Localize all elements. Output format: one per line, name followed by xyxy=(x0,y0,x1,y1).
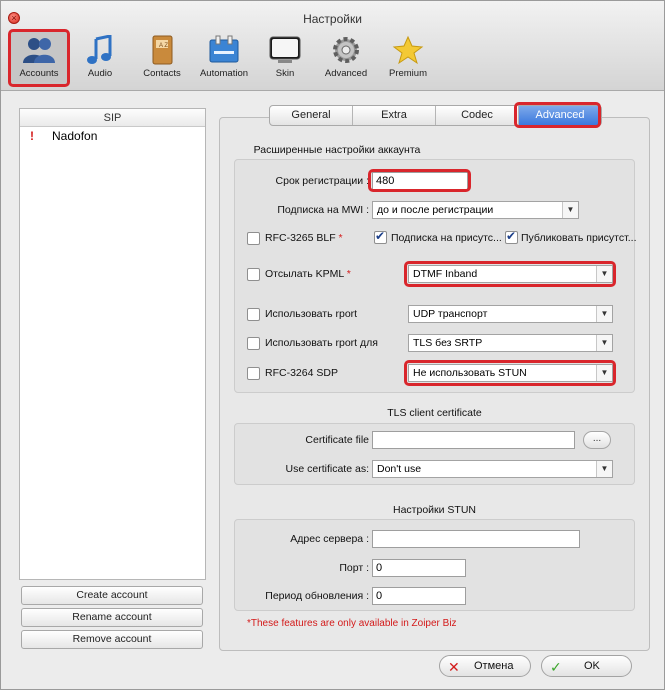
toolbar-automation-label: Automation xyxy=(199,68,249,79)
skin-icon xyxy=(269,36,301,63)
toolbar-contacts-label: Contacts xyxy=(143,68,181,79)
contacts-icon: A Z xyxy=(152,35,173,65)
kpml-checkbox[interactable] xyxy=(247,268,260,281)
reg-expiry-input[interactable]: 480 xyxy=(372,172,468,190)
reg-expiry-label: Срок регистрации : xyxy=(275,175,369,187)
use-cert-select[interactable]: Don't use ▼ xyxy=(372,460,613,478)
presence-subscribe-label: Подписка на присутс... xyxy=(391,232,502,244)
chevron-down-icon: ▼ xyxy=(596,365,612,381)
stun-server-label: Адрес сервера : xyxy=(290,533,369,545)
account-item[interactable]: ! Nadofon xyxy=(20,127,205,145)
stun-refresh-input[interactable]: 0 xyxy=(372,587,466,605)
accounts-icon xyxy=(23,38,55,63)
ok-button-label: OK xyxy=(584,660,600,672)
toolbar-accounts[interactable]: Accounts xyxy=(11,35,67,85)
ok-button[interactable]: ✓ OK xyxy=(541,655,632,677)
sdp-checkbox[interactable] xyxy=(247,367,260,380)
accounts-list-header: SIP xyxy=(20,109,205,127)
browse-cert-button[interactable]: ... xyxy=(583,431,611,449)
rename-account-button[interactable]: Rename account xyxy=(21,608,203,627)
toolbar-automation[interactable]: Automation xyxy=(197,35,251,85)
tab-codec[interactable]: Codec xyxy=(436,106,519,125)
chevron-down-icon: ▼ xyxy=(596,266,612,282)
stun-refresh-label: Период обновления : xyxy=(265,590,369,602)
svg-text:A Z: A Z xyxy=(159,43,168,49)
chevron-down-icon: ▼ xyxy=(596,335,612,351)
presence-subscribe-checkbox[interactable] xyxy=(374,229,387,244)
toolbar-advanced[interactable]: Advanced xyxy=(321,35,371,85)
kpml-label-text: Отсылать KPML xyxy=(265,268,344,280)
blf-star: * xyxy=(338,232,343,244)
tab-general[interactable]: General xyxy=(270,106,353,125)
rport-for-value: TLS без SRTP xyxy=(413,337,483,349)
sdp-label: RFC-3264 SDP xyxy=(265,367,338,379)
toolbar-accounts-label: Accounts xyxy=(19,68,59,79)
remove-account-button[interactable]: Remove account xyxy=(21,630,203,649)
toolbar-premium[interactable]: Premium xyxy=(385,35,431,85)
kpml-value: DTMF Inband xyxy=(413,268,478,280)
cancel-button-label: Отмена xyxy=(474,660,514,672)
rport-select[interactable]: UDP транспорт ▼ xyxy=(408,305,613,323)
stun-port-input[interactable]: 0 xyxy=(372,559,466,577)
tls-section-title: TLS client certificate xyxy=(387,407,482,419)
automation-icon xyxy=(209,35,239,63)
toolbar-premium-label: Premium xyxy=(388,68,427,79)
advanced-section-title: Расширенные настройки аккаунта xyxy=(253,144,421,156)
toolbar-skin-label: Skin xyxy=(275,68,295,79)
blf-label: RFC-3265 BLF * xyxy=(265,232,343,244)
stun-server-input[interactable] xyxy=(372,530,580,548)
premium-star-icon xyxy=(392,35,424,65)
blf-label-text: RFC-3265 BLF xyxy=(265,232,336,244)
use-cert-value: Don't use xyxy=(377,463,422,475)
use-cert-label: Use certificate as: xyxy=(285,463,369,475)
toolbar-advanced-label: Advanced xyxy=(324,68,368,79)
toolbar-audio[interactable]: Audio xyxy=(77,35,123,85)
rport-label: Использовать rport xyxy=(265,308,358,320)
chevron-down-icon: ▼ xyxy=(596,461,612,477)
toolbar-skin[interactable]: Skin xyxy=(263,35,307,85)
rport-checkbox[interactable] xyxy=(247,308,260,321)
tab-advanced[interactable]: Advanced xyxy=(519,106,601,125)
biz-features-note: *These features are only available in Zo… xyxy=(247,618,457,629)
window-title: Настройки xyxy=(303,12,362,26)
advanced-gear-icon xyxy=(333,37,359,63)
toolbar-contacts[interactable]: A Z Contacts xyxy=(137,35,187,85)
stun-port-label: Порт : xyxy=(339,562,369,574)
cert-file-input[interactable] xyxy=(372,431,575,449)
chevron-down-icon: ▼ xyxy=(562,202,578,218)
audio-icon xyxy=(87,35,112,64)
rport-value: UDP транспорт xyxy=(413,308,488,320)
kpml-label: Отсылать KPML * xyxy=(265,268,351,280)
cert-file-label: Certificate file xyxy=(305,434,369,446)
ok-check-icon: ✓ xyxy=(550,659,562,675)
kpml-star: * xyxy=(346,268,351,280)
account-name: Nadofon xyxy=(52,129,118,143)
chevron-down-icon: ▼ xyxy=(596,306,612,322)
cancel-button[interactable]: ✕ Отмена xyxy=(439,655,531,677)
stun-section-title: Настройки STUN xyxy=(393,504,476,516)
sdp-select[interactable]: Не использовать STUN ▼ xyxy=(408,364,613,382)
rport-for-select[interactable]: TLS без SRTP ▼ xyxy=(408,334,613,352)
accounts-list-panel: SIP ! Nadofon xyxy=(19,108,206,580)
rport-for-checkbox[interactable] xyxy=(247,337,260,350)
tab-extra[interactable]: Extra xyxy=(353,106,436,125)
cancel-x-icon: ✕ xyxy=(448,659,460,675)
rport-for-label: Использовать rport для xyxy=(265,337,378,349)
settings-tabs: General Extra Codec Advanced xyxy=(269,105,602,126)
blf-checkbox[interactable] xyxy=(247,232,260,245)
toolbar-audio-label: Audio xyxy=(87,68,113,79)
mwi-value: до и после регистрации xyxy=(377,204,494,216)
settings-window: × Настройки Accounts Audio A Z Contacts … xyxy=(0,0,665,690)
create-account-button[interactable]: Create account xyxy=(21,586,203,605)
presence-publish-checkbox[interactable] xyxy=(505,229,518,244)
mwi-select[interactable]: до и после регистрации ▼ xyxy=(372,201,579,219)
warning-icon: ! xyxy=(30,129,34,143)
mwi-label: Подписка на MWI : xyxy=(277,204,369,216)
presence-publish-label: Публиковать присутст... xyxy=(521,232,637,244)
sdp-value: Не использовать STUN xyxy=(413,367,527,379)
kpml-select[interactable]: DTMF Inband ▼ xyxy=(408,265,613,283)
title-toolbar: × Настройки Accounts Audio A Z Contacts … xyxy=(1,1,664,91)
